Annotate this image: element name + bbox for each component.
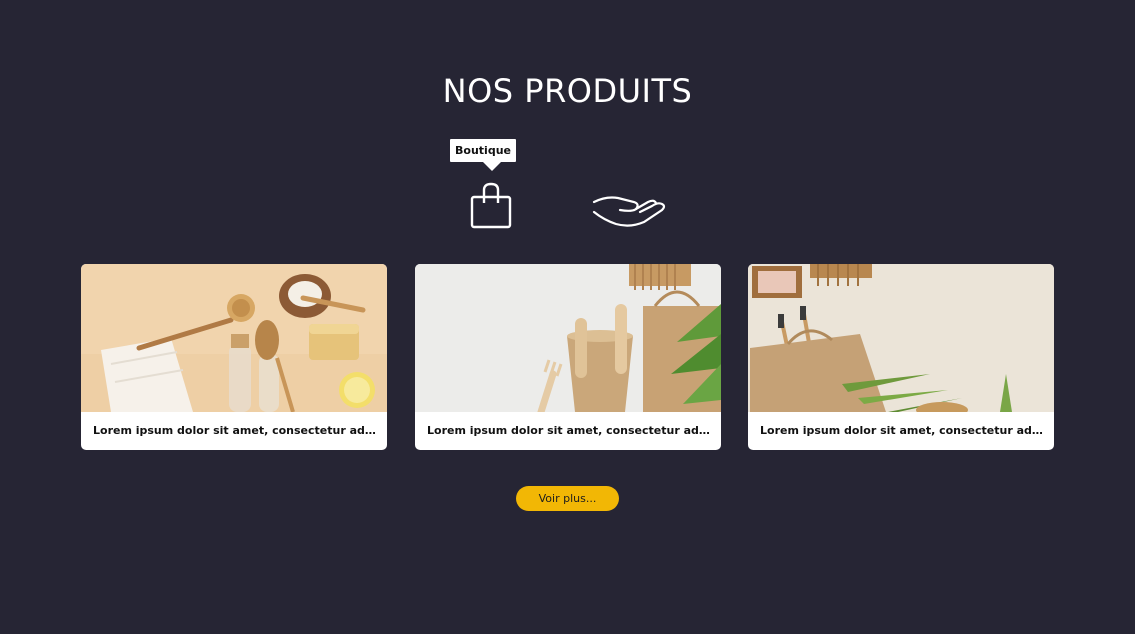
section-title: NOS PRODUITS [442, 72, 693, 110]
products-section: NOS PRODUITS Boutique Lorem ipsum dolor … [0, 0, 1135, 634]
product-caption: Lorem ipsum dolor sit amet, consectetur … [93, 424, 379, 437]
product-caption: Lorem ipsum dolor sit amet, consectetur … [760, 424, 1046, 437]
product-image [81, 264, 387, 412]
open-hand-icon[interactable] [590, 188, 668, 232]
see-more-button[interactable]: Voir plus... [516, 486, 619, 511]
product-card[interactable]: Lorem ipsum dolor sit amet, consectetur … [748, 264, 1054, 450]
product-image [748, 264, 1054, 412]
shopping-bag-icon[interactable] [466, 180, 516, 230]
product-caption: Lorem ipsum dolor sit amet, consectetur … [427, 424, 713, 437]
product-image [415, 264, 721, 412]
boutique-tooltip: Boutique [450, 139, 516, 171]
product-card[interactable]: Lorem ipsum dolor sit amet, consectetur … [415, 264, 721, 450]
product-card[interactable]: Lorem ipsum dolor sit amet, consectetur … [81, 264, 387, 450]
